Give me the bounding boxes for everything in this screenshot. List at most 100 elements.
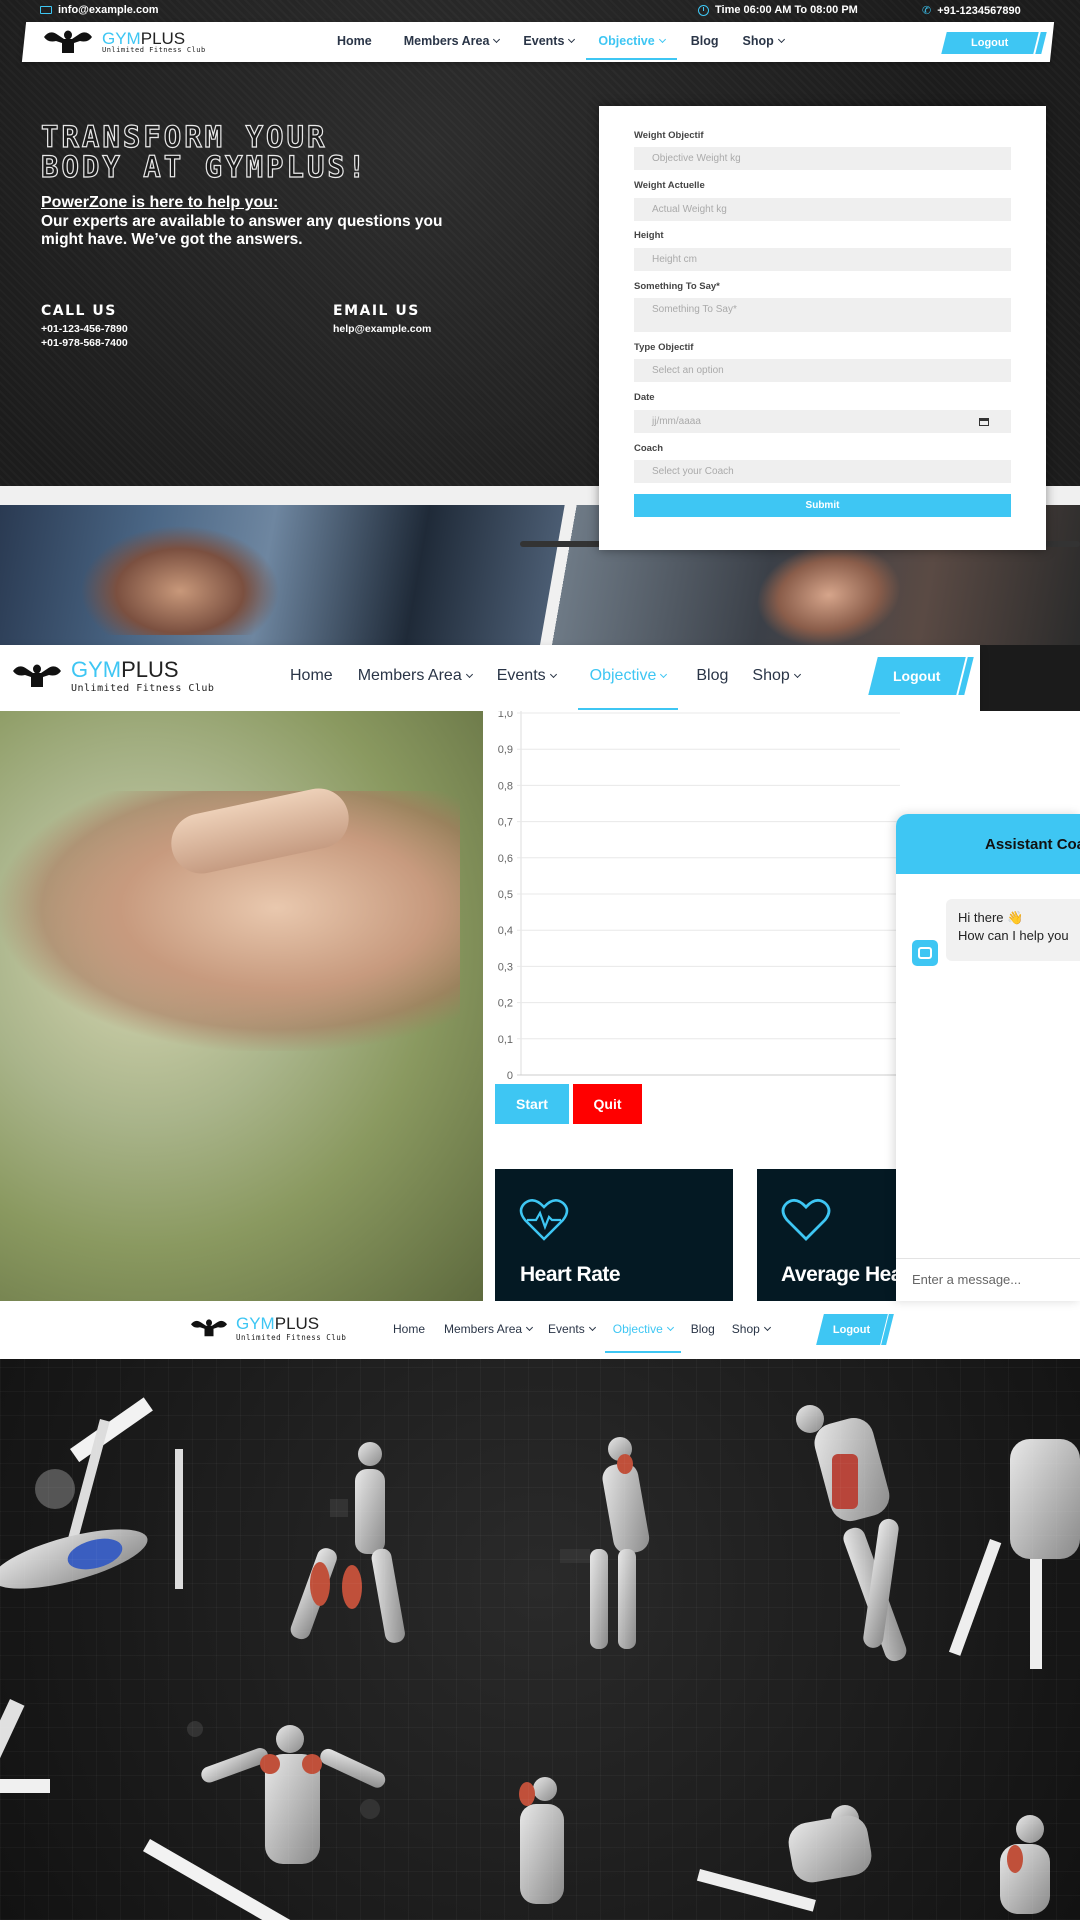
chevron-down-icon	[763, 1323, 771, 1332]
nav-shop-label: Shop	[742, 34, 774, 48]
chevron-down-icon	[493, 35, 501, 44]
hand-photo	[0, 711, 483, 1301]
nav-members-area-label: Members Area	[357, 667, 462, 684]
main-menu: Home Members Area Events Objective Blog …	[337, 34, 785, 60]
incline-bench-figure	[0, 1698, 50, 1888]
start-label: Start	[516, 1096, 548, 1112]
mail-icon	[40, 6, 52, 14]
weight-current-placeholder: Actual Weight kg	[652, 204, 727, 215]
heart-rate-card: Heart Rate	[495, 1169, 733, 1301]
nav-objective[interactable]: Objective	[586, 34, 677, 60]
nav-shop[interactable]: Shop	[752, 667, 801, 685]
message-textarea[interactable]: Something To Say*	[634, 298, 1011, 332]
topbar-hours: Time 06:00 AM To 08:00 PM	[698, 4, 858, 16]
chevron-down-icon	[526, 1323, 534, 1332]
top-info-bar: info@example.com Time 06:00 AM To 08:00 …	[0, 0, 1080, 22]
nav-members-area[interactable]: Members Area	[403, 34, 501, 48]
brand-gym: GYM	[236, 1313, 275, 1333]
phone-2[interactable]: +01-978-568-7400	[41, 337, 128, 349]
leg-machine-figure	[948, 1439, 1080, 1669]
nav-members-area-label: Members Area	[403, 34, 490, 48]
nav-blog[interactable]: Blog	[691, 1322, 715, 1336]
topbar-email[interactable]: info@example.com	[40, 4, 159, 16]
nav-objective-label: Objective	[589, 667, 657, 684]
logo[interactable]: GYMPLUS Unlimited Fitness Club	[40, 28, 206, 56]
nav-events[interactable]: Events	[497, 667, 557, 685]
phone-1[interactable]: +01-123-456-7890	[41, 323, 128, 335]
height-placeholder: Height cm	[652, 254, 698, 265]
weight-objective-input[interactable]: Objective Weight kg	[634, 147, 1011, 170]
nav-objective[interactable]: Objective	[604, 1322, 681, 1353]
assistant-chat-widget: Assistant Coach Hi there 👋 How can I hel…	[896, 814, 1080, 1301]
main-menu: Home Members Area Events Objective Blog …	[290, 667, 801, 710]
topbar-phone[interactable]: ✆ +91-1234567890	[922, 4, 1021, 18]
height-label: Height	[634, 230, 664, 241]
logo[interactable]: GYMPLUS Unlimited Fitness Club	[188, 1313, 346, 1343]
coach-select[interactable]: Select your Coach	[634, 460, 1011, 483]
nav-shop-label: Shop	[731, 1322, 760, 1336]
chat-bubble: Hi there 👋 How can I help you	[946, 899, 1080, 961]
weight-current-input[interactable]: Actual Weight kg	[634, 198, 1011, 221]
coach-label: Coach	[634, 443, 664, 454]
nav-events[interactable]: Events	[523, 34, 576, 48]
lunge-figure	[290, 1442, 405, 1643]
type-objective-select[interactable]: Select an option	[634, 359, 1011, 382]
height-input[interactable]: Height cm	[634, 248, 1011, 271]
brand-tagline: Unlimited Fitness Club	[236, 1332, 347, 1342]
bench-press-figure	[0, 1397, 183, 1589]
nav-home[interactable]: Home	[290, 667, 333, 685]
hero-paragraph: Our experts are available to answer any …	[41, 213, 443, 248]
main-menu: Home Members Area Events Objective Blog …	[393, 1322, 771, 1353]
nav-home[interactable]: Home	[393, 1322, 425, 1336]
date-input[interactable]: jj/mm/aaaa	[634, 410, 1011, 433]
weight-current-label: Weight Actuelle	[634, 180, 705, 191]
date-label: Date	[634, 392, 655, 403]
exercise-illustrations-section	[0, 1359, 1080, 1920]
contact-email[interactable]: help@example.com	[333, 323, 431, 335]
phone-icon: ✆	[922, 5, 932, 17]
nav-members-area[interactable]: Members Area	[357, 667, 473, 685]
quit-label: Quit	[593, 1096, 622, 1112]
hero-title-line2: BODY AT GYMPLUS!	[40, 150, 369, 184]
y-tick-label: 0,9	[498, 744, 513, 756]
y-tick-label: 0,5	[498, 889, 513, 901]
nav-shop[interactable]: Shop	[742, 34, 785, 48]
brand-gym: GYM	[71, 656, 122, 682]
dumbbell-row-figure	[560, 1437, 650, 1649]
nav-shop[interactable]: Shop	[731, 1322, 771, 1336]
calendar-icon[interactable]	[979, 418, 989, 426]
hero-title: TRANSFORM YOUR BODY AT GYMPLUS!	[40, 121, 369, 184]
nav-blog[interactable]: Blog	[691, 34, 719, 48]
average-heart-title: Average Heart	[781, 1263, 900, 1286]
nav-blog[interactable]: Blog	[696, 667, 728, 685]
nav-members-area[interactable]: Members Area	[444, 1322, 534, 1336]
average-heart-card: Average Heart	[757, 1169, 900, 1301]
y-tick-label: 0,2	[498, 998, 513, 1010]
chat-message-input[interactable]: Enter a message...	[896, 1258, 1080, 1301]
logout-label: Logout	[971, 37, 1009, 49]
email-us-block: EMAIL US help@example.com	[333, 303, 431, 335]
submit-button[interactable]: Submit	[634, 494, 1011, 517]
nav-objective[interactable]: Objective	[577, 667, 679, 710]
chat-header[interactable]: Assistant Coach	[896, 814, 1080, 874]
nav-events-label: Events	[523, 34, 565, 48]
nav-home[interactable]: Home	[337, 34, 372, 48]
y-tick-label: 0,7	[498, 817, 513, 829]
logout-button[interactable]: Logout	[868, 657, 966, 695]
quit-button[interactable]: Quit	[573, 1084, 642, 1124]
start-button[interactable]: Start	[495, 1084, 569, 1124]
logout-button[interactable]: Logout	[941, 32, 1039, 54]
navbar-3: GYMPLUS Unlimited Fitness Club Home Memb…	[0, 1301, 1080, 1359]
objective-form: Weight Objectif Objective Weight kg Weig…	[599, 106, 1046, 550]
chat-question: How can I help you	[958, 928, 1069, 943]
topbar-email-text: info@example.com	[58, 4, 159, 16]
logout-button[interactable]: Logout	[816, 1314, 888, 1345]
nav-events[interactable]: Events	[548, 1322, 596, 1336]
logo[interactable]: GYMPLUS Unlimited Fitness Club	[9, 657, 214, 695]
chevron-down-icon	[549, 670, 557, 679]
chat-greeting: Hi there 👋	[958, 910, 1024, 925]
active-underline	[577, 708, 679, 710]
chevron-down-icon	[660, 670, 668, 679]
message-label: Something To Say*	[634, 281, 720, 292]
type-objective-label: Type Objectif	[634, 342, 694, 353]
